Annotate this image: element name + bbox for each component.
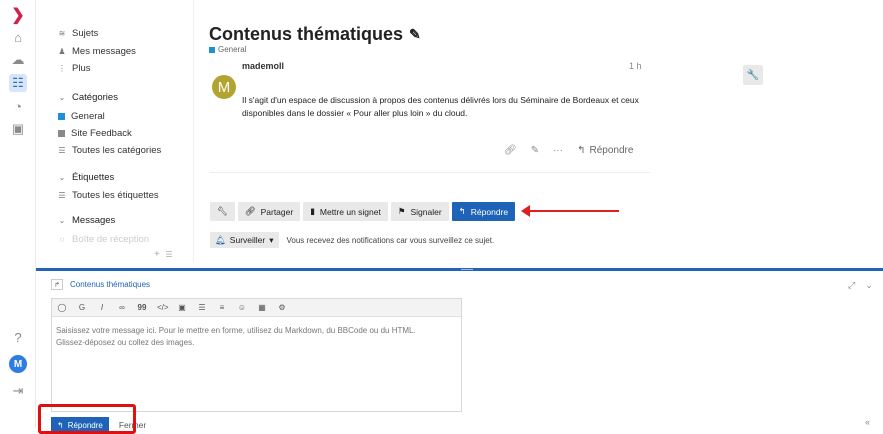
cloud-icon[interactable]: ☁ [9, 51, 27, 69]
notification-level-button[interactable]: 🔔︎ Surveiller ▾ [210, 232, 279, 248]
list-icon: ☰ [58, 191, 66, 200]
link-icon[interactable]: 🔗︎ [504, 145, 517, 156]
collapse-icon[interactable]: « [865, 417, 870, 427]
calendar-icon[interactable]: ▦ [257, 303, 267, 312]
post-author[interactable]: mademoll [242, 61, 284, 71]
menu-icon[interactable]: ☰ [165, 250, 172, 259]
numbered-list-icon[interactable]: ≡ [217, 303, 227, 312]
composer-textarea[interactable]: Saisissez votre message ici. Pour le met… [56, 325, 456, 349]
wrench-icon[interactable]: 🔧 [743, 65, 763, 85]
bell-icon: 🔔︎ [215, 234, 226, 245]
category-color-square [209, 46, 215, 53]
app-rail: ❯ ⌂ ☁ ☷ ◔ ▣ ? M ⇥ [0, 0, 36, 428]
sidebar-section-messages[interactable]: ⌄ Messages [58, 215, 116, 226]
category-color-square [58, 130, 65, 137]
chevron-down-icon: ⌄ [58, 93, 66, 102]
sidebar-item-topics[interactable]: ≋ Sujets [58, 28, 99, 39]
reply-to-header: ↱ Contenus thématiques [51, 279, 150, 290]
code-icon[interactable]: </> [157, 303, 169, 312]
sidebar-item-site-feedback[interactable]: Site Feedback [58, 128, 132, 139]
topic-footer-buttons: 🔧︎ 🔗︎ Partager ▮ Mettre un signet ⚑ Signale… [210, 202, 516, 221]
bullet-list-icon[interactable]: ☰ [197, 303, 207, 312]
add-icon[interactable]: + [154, 249, 160, 260]
post-time[interactable]: 1 h [629, 61, 642, 71]
more-vertical-icon: ⋮ [58, 64, 66, 73]
chat-icon[interactable]: ☷ [9, 74, 27, 92]
composer-editor: ◯ G I ∞ 99 </> ▣ ☰ ≡ ☺ ▦ ⚙ Saisissez vot… [51, 298, 462, 412]
quote-icon[interactable]: 99 [137, 303, 147, 312]
list-icon: ☰ [58, 146, 66, 155]
quote-bubble-icon[interactable]: ◯ [57, 303, 67, 312]
chevron-right-icon[interactable]: ❯ [9, 6, 27, 24]
board-icon[interactable]: ▣ [9, 120, 27, 138]
annotation-highlight-box [38, 404, 136, 434]
bold-icon[interactable]: G [77, 303, 87, 312]
emoji-icon[interactable]: ☺ [237, 303, 247, 312]
reply-icon: ↰ [458, 206, 466, 216]
sidebar-item-inbox[interactable]: ◌ Boîte de réception [58, 234, 150, 245]
logout-icon[interactable]: ⇥ [9, 382, 27, 400]
page-title: Contenus thématiques ✎ [209, 24, 421, 44]
share-arrow-icon[interactable]: ↱ [51, 279, 63, 290]
chevron-down-icon: ⌄ [58, 216, 66, 225]
avatar[interactable]: M [9, 355, 27, 373]
italic-icon[interactable]: I [97, 303, 107, 312]
home-icon[interactable]: ⌂ [9, 28, 27, 46]
notification-row: 🔔︎ Surveiller ▾ Vous recevez des notificat… [210, 232, 494, 248]
sidebar-item-messages[interactable]: ♟ Mes messages [58, 46, 135, 57]
sidebar-item-all-tags[interactable]: ☰ Toutes les étiquettes [58, 190, 158, 201]
sidebar-footer: + ☰ [154, 249, 173, 260]
post-reply-button[interactable]: ↰ Répondre [577, 145, 633, 156]
composer-window-controls: ⤢ ⌄ [848, 280, 873, 291]
more-horizontal-icon[interactable]: ··· [553, 145, 563, 156]
composer: ↱ Contenus thématiques ⤢ ⌄ ◯ G I ∞ 99 </… [36, 271, 883, 433]
post-body: Il s'agit d'un espace de discussion à pr… [242, 95, 639, 118]
share-button[interactable]: 🔗︎ Partager [237, 202, 301, 221]
chevron-down-icon: ⌄ [58, 173, 66, 182]
image-icon[interactable]: ▣ [177, 303, 187, 312]
sidebar-item-general[interactable]: General [58, 111, 105, 122]
post-avatar[interactable]: M [212, 75, 236, 99]
flag-button[interactable]: ⚑ Signaler [390, 202, 449, 221]
topic-area: Contenus thématiques ✎ General 🔧 M madem… [194, 0, 883, 262]
user-icon: ♟ [58, 47, 66, 56]
pencil-icon[interactable]: ✎ [531, 145, 539, 156]
bookmark-button[interactable]: ▮ Mettre un signet [303, 202, 388, 221]
annotation-arrow [521, 205, 619, 217]
expand-icon[interactable]: ⤢ [848, 280, 855, 291]
wrench-icon: 🔧︎ [217, 206, 228, 216]
reply-to-topic-link[interactable]: Contenus thématiques [70, 280, 150, 289]
category-badge[interactable]: General [209, 45, 246, 54]
sidebar-item-more[interactable]: ⋮ Plus [58, 63, 90, 74]
editor-toolbar: ◯ G I ∞ 99 </> ▣ ☰ ≡ ☺ ▦ ⚙ [52, 299, 461, 317]
pencil-icon[interactable]: ✎ [409, 26, 421, 43]
layers-icon: ≋ [58, 29, 66, 38]
divider [210, 172, 650, 173]
sidebar-section-categories[interactable]: ⌄ Catégories [58, 92, 118, 103]
reply-icon: ↰ [577, 145, 586, 156]
notification-text: Vous recevez des notifications car vous … [286, 235, 495, 245]
compass-icon[interactable]: ◔ [9, 97, 27, 115]
caret-down-icon: ▾ [269, 234, 274, 245]
inbox-icon: ◌ [59, 235, 65, 244]
help-icon[interactable]: ? [9, 328, 27, 346]
link-icon: 🔗︎ [244, 206, 256, 216]
category-color-square [58, 113, 65, 120]
sidebar-item-all-categories[interactable]: ☰ Toutes les catégories [58, 145, 161, 156]
sidebar-section-tags[interactable]: ⌄ Étiquettes [58, 172, 115, 183]
gear-icon[interactable]: ⚙ [277, 303, 287, 312]
reply-button[interactable]: ↰ Répondre [451, 202, 516, 221]
bookmark-icon: ▮ [310, 206, 315, 216]
chevron-down-icon[interactable]: ⌄ [865, 280, 873, 291]
flag-icon: ⚑ [397, 206, 406, 216]
link-icon[interactable]: ∞ [117, 303, 127, 312]
admin-wrench-button[interactable]: 🔧︎ [210, 202, 235, 221]
drag-grip[interactable] [461, 269, 473, 270]
sidebar: ≋ Sujets ♟ Mes messages ⋮ Plus ⌄ Catégories … [36, 0, 194, 262]
post-actions: 🔗︎ ✎ ··· ↰ Répondre [504, 145, 633, 156]
